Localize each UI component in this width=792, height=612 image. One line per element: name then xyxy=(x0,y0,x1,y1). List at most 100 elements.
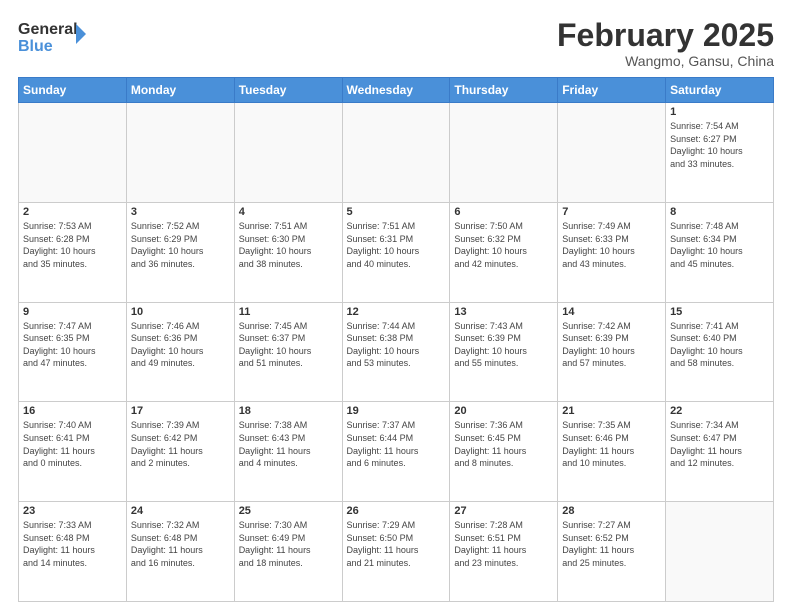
day-cell: 13 Sunrise: 7:43 AMSunset: 6:39 PMDayligh… xyxy=(450,302,558,402)
day-number: 8 xyxy=(670,206,769,218)
day-cell: 26Sunrise: 7:29 AMSunset: 6:50 PMDayligh… xyxy=(342,502,450,602)
day-cell: 9 Sunrise: 7:47 AMSunset: 6:35 PMDaylight… xyxy=(19,302,127,402)
day-detail: Sunrise: 7:39 AMSunset: 6:42 PMDaylight:… xyxy=(131,419,230,469)
day-cell: 19 Sunrise: 7:37 AMSunset: 6:44 PMDayligh… xyxy=(342,402,450,502)
day-cell: 24 Sunrise: 7:32 AMSunset: 6:48 PMDayligh… xyxy=(126,502,234,602)
col-header-tuesday: Tuesday xyxy=(234,78,342,103)
location: Wangmo, Gansu, China xyxy=(557,53,774,69)
day-detail: Sunrise: 7:49 AMSunset: 6:33 PMDaylight:… xyxy=(562,220,661,270)
week-row-5: 23 Sunrise: 7:33 AMSunset: 6:48 PMDayligh… xyxy=(19,502,774,602)
day-detail: Sunrise: 7:48 AMSunset: 6:34 PMDaylight:… xyxy=(670,220,769,270)
day-number: 11 xyxy=(239,306,338,318)
day-cell: 28Sunrise: 7:27 AMSunset: 6:52 PMDayligh… xyxy=(558,502,666,602)
day-cell: 2 Sunrise: 7:53 AMSunset: 6:28 PMDaylight… xyxy=(19,202,127,302)
day-cell: 6 Sunrise: 7:50 AMSunset: 6:32 PMDaylight… xyxy=(450,202,558,302)
calendar-table: SundayMondayTuesdayWednesdayThursdayFrid… xyxy=(18,77,774,602)
week-row-1: 1Sunrise: 7:54 AMSunset: 6:27 PMDaylight… xyxy=(19,103,774,203)
day-detail: Sunrise: 7:50 AMSunset: 6:32 PMDaylight:… xyxy=(454,220,553,270)
day-detail: Sunrise: 7:42 AMSunset: 6:39 PMDaylight:… xyxy=(562,320,661,370)
day-detail: Sunrise: 7:43 AMSunset: 6:39 PMDaylight:… xyxy=(454,320,553,370)
day-detail: Sunrise: 7:29 AMSunset: 6:50 PMDaylight:… xyxy=(347,519,446,569)
header: GeneralBlue February 2025 Wangmo, Gansu,… xyxy=(18,18,774,69)
day-detail: Sunrise: 7:36 AMSunset: 6:45 PMDaylight:… xyxy=(454,419,553,469)
page: GeneralBlue February 2025 Wangmo, Gansu,… xyxy=(0,0,792,612)
day-number: 9 xyxy=(23,306,122,318)
svg-text:Blue: Blue xyxy=(18,38,53,55)
day-number: 27 xyxy=(454,505,553,517)
col-header-sunday: Sunday xyxy=(19,78,127,103)
day-cell: 17 Sunrise: 7:39 AMSunset: 6:42 PMDayligh… xyxy=(126,402,234,502)
day-number: 19 xyxy=(347,405,446,417)
day-number: 5 xyxy=(347,206,446,218)
day-cell xyxy=(234,103,342,203)
day-cell: 23 Sunrise: 7:33 AMSunset: 6:48 PMDayligh… xyxy=(19,502,127,602)
day-cell xyxy=(342,103,450,203)
day-detail: Sunrise: 7:47 AMSunset: 6:35 PMDaylight:… xyxy=(23,320,122,370)
day-detail: Sunrise: 7:51 AMSunset: 6:31 PMDaylight:… xyxy=(347,220,446,270)
day-cell: 5 Sunrise: 7:51 AMSunset: 6:31 PMDaylight… xyxy=(342,202,450,302)
day-number: 6 xyxy=(454,206,553,218)
day-cell: 20Sunrise: 7:36 AMSunset: 6:45 PMDayligh… xyxy=(450,402,558,502)
day-number: 10 xyxy=(131,306,230,318)
day-number: 25 xyxy=(239,505,338,517)
day-detail: Sunrise: 7:35 AMSunset: 6:46 PMDaylight:… xyxy=(562,419,661,469)
day-number: 15 xyxy=(670,306,769,318)
day-cell: 10 Sunrise: 7:46 AMSunset: 6:36 PMDayligh… xyxy=(126,302,234,402)
week-row-2: 2 Sunrise: 7:53 AMSunset: 6:28 PMDaylight… xyxy=(19,202,774,302)
day-detail: Sunrise: 7:51 AMSunset: 6:30 PMDaylight:… xyxy=(239,220,338,270)
day-cell: 25 Sunrise: 7:30 AMSunset: 6:49 PMDayligh… xyxy=(234,502,342,602)
title-block: February 2025 Wangmo, Gansu, China xyxy=(557,18,774,69)
day-detail: Sunrise: 7:40 AMSunset: 6:41 PMDaylight:… xyxy=(23,419,122,469)
day-number: 7 xyxy=(562,206,661,218)
day-cell: 7 Sunrise: 7:49 AMSunset: 6:33 PMDaylight… xyxy=(558,202,666,302)
day-cell: 3Sunrise: 7:52 AMSunset: 6:29 PMDaylight… xyxy=(126,202,234,302)
day-cell: 4 Sunrise: 7:51 AMSunset: 6:30 PMDaylight… xyxy=(234,202,342,302)
day-cell: 22 Sunrise: 7:34 AMSunset: 6:47 PMDayligh… xyxy=(666,402,774,502)
week-row-4: 16 Sunrise: 7:40 AMSunset: 6:41 PMDayligh… xyxy=(19,402,774,502)
day-number: 16 xyxy=(23,405,122,417)
day-number: 2 xyxy=(23,206,122,218)
month-title: February 2025 xyxy=(557,18,774,53)
day-detail: Sunrise: 7:33 AMSunset: 6:48 PMDaylight:… xyxy=(23,519,122,569)
day-detail: Sunrise: 7:53 AMSunset: 6:28 PMDaylight:… xyxy=(23,220,122,270)
day-detail: Sunrise: 7:38 AMSunset: 6:43 PMDaylight:… xyxy=(239,419,338,469)
day-cell xyxy=(126,103,234,203)
day-detail: Sunrise: 7:46 AMSunset: 6:36 PMDaylight:… xyxy=(131,320,230,370)
day-cell: 21Sunrise: 7:35 AMSunset: 6:46 PMDayligh… xyxy=(558,402,666,502)
day-number: 13 xyxy=(454,306,553,318)
day-cell: 16 Sunrise: 7:40 AMSunset: 6:41 PMDayligh… xyxy=(19,402,127,502)
col-header-thursday: Thursday xyxy=(450,78,558,103)
day-number: 18 xyxy=(239,405,338,417)
col-header-wednesday: Wednesday xyxy=(342,78,450,103)
day-detail: Sunrise: 7:32 AMSunset: 6:48 PMDaylight:… xyxy=(131,519,230,569)
day-detail: Sunrise: 7:45 AMSunset: 6:37 PMDaylight:… xyxy=(239,320,338,370)
day-number: 22 xyxy=(670,405,769,417)
day-number: 23 xyxy=(23,505,122,517)
day-cell: 27 Sunrise: 7:28 AMSunset: 6:51 PMDayligh… xyxy=(450,502,558,602)
day-detail: Sunrise: 7:30 AMSunset: 6:49 PMDaylight:… xyxy=(239,519,338,569)
day-cell: 15 Sunrise: 7:41 AMSunset: 6:40 PMDayligh… xyxy=(666,302,774,402)
day-number: 12 xyxy=(347,306,446,318)
calendar-header-row: SundayMondayTuesdayWednesdayThursdayFrid… xyxy=(19,78,774,103)
day-detail: Sunrise: 7:41 AMSunset: 6:40 PMDaylight:… xyxy=(670,320,769,370)
day-number: 17 xyxy=(131,405,230,417)
day-detail: Sunrise: 7:28 AMSunset: 6:51 PMDaylight:… xyxy=(454,519,553,569)
col-header-monday: Monday xyxy=(126,78,234,103)
day-cell: 1Sunrise: 7:54 AMSunset: 6:27 PMDaylight… xyxy=(666,103,774,203)
day-cell: 8 Sunrise: 7:48 AMSunset: 6:34 PMDaylight… xyxy=(666,202,774,302)
day-cell: 12 Sunrise: 7:44 AMSunset: 6:38 PMDayligh… xyxy=(342,302,450,402)
day-number: 28 xyxy=(562,505,661,517)
col-header-friday: Friday xyxy=(558,78,666,103)
day-number: 4 xyxy=(239,206,338,218)
day-detail: Sunrise: 7:44 AMSunset: 6:38 PMDaylight:… xyxy=(347,320,446,370)
day-number: 24 xyxy=(131,505,230,517)
week-row-3: 9 Sunrise: 7:47 AMSunset: 6:35 PMDaylight… xyxy=(19,302,774,402)
col-header-saturday: Saturday xyxy=(666,78,774,103)
day-cell xyxy=(19,103,127,203)
day-detail: Sunrise: 7:37 AMSunset: 6:44 PMDaylight:… xyxy=(347,419,446,469)
day-cell xyxy=(558,103,666,203)
day-detail: Sunrise: 7:34 AMSunset: 6:47 PMDaylight:… xyxy=(670,419,769,469)
day-number: 3 xyxy=(131,206,230,218)
day-cell xyxy=(666,502,774,602)
day-cell: 18 Sunrise: 7:38 AMSunset: 6:43 PMDayligh… xyxy=(234,402,342,502)
